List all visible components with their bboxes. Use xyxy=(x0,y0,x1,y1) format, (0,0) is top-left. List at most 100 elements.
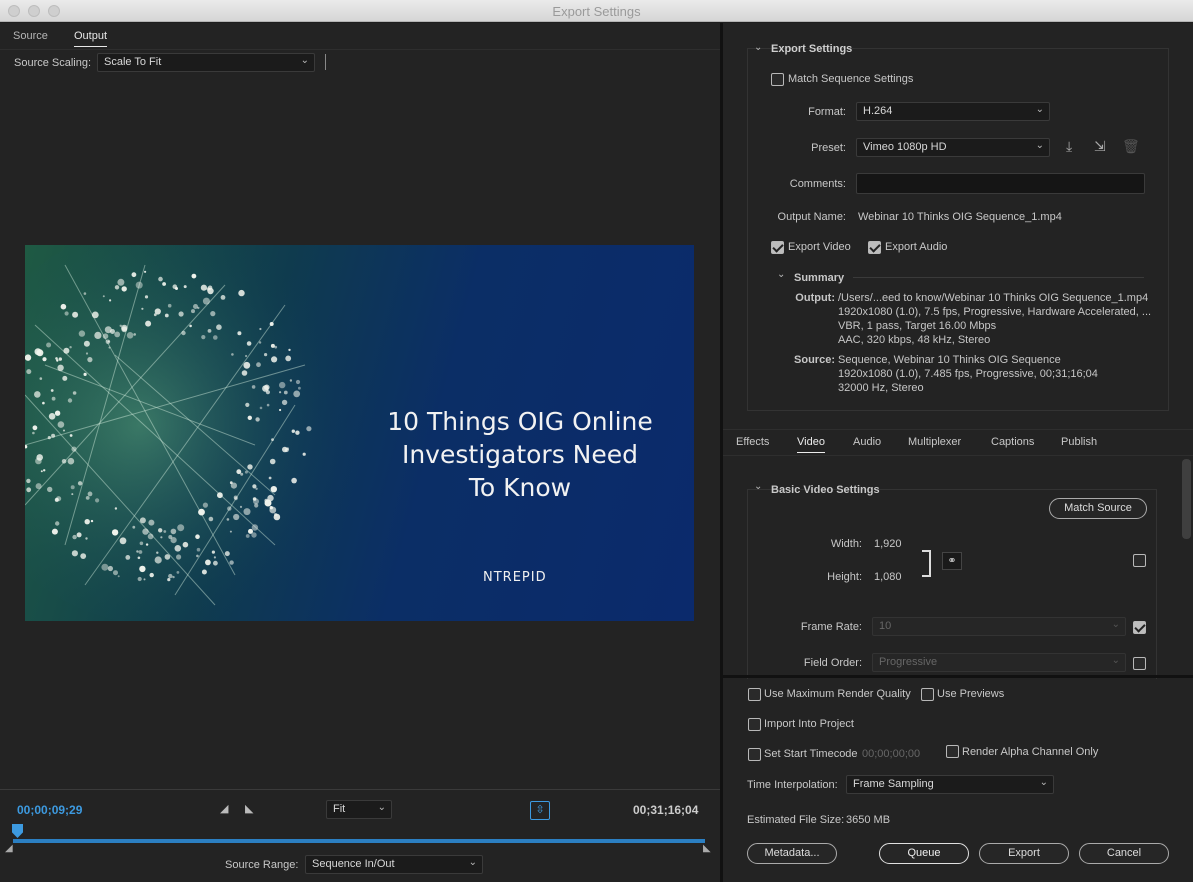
width-height-checkbox[interactable] xyxy=(1133,554,1146,567)
tab-audio[interactable]: Audio xyxy=(853,436,881,448)
preview-title-line: 10 Things OIG Online xyxy=(387,407,653,436)
chevron-down-icon[interactable]: ⌄ xyxy=(754,481,762,492)
chevron-down-icon: ⌄ xyxy=(1111,619,1120,630)
render-alpha-checkbox[interactable] xyxy=(946,745,959,758)
export-video-checkbox[interactable] xyxy=(771,241,784,254)
scrollbar-thumb[interactable] xyxy=(1182,459,1191,539)
playhead-handle[interactable] xyxy=(12,824,23,838)
link-bracket xyxy=(922,550,931,577)
comments-input[interactable] xyxy=(856,173,1145,194)
max-render-checkbox[interactable] xyxy=(748,688,761,701)
tab-publish[interactable]: Publish xyxy=(1061,436,1097,448)
height-label: Height: xyxy=(827,571,862,583)
output-name-link[interactable]: Webinar 10 Thinks OIG Sequence_1.mp4 xyxy=(858,211,1062,223)
tab-output[interactable]: Output xyxy=(74,30,108,47)
chevron-down-icon: ⌄ xyxy=(1035,104,1044,115)
save-preset-icon[interactable]: ⤓ xyxy=(1066,138,1072,155)
chevron-down-icon[interactable]: ⌄ xyxy=(777,269,785,280)
height-value[interactable]: 1,080 xyxy=(874,571,902,583)
match-sequence-checkbox[interactable] xyxy=(771,73,784,86)
chevron-down-icon: ⌄ xyxy=(377,802,386,813)
summary-line: Sequence, Webinar 10 Thinks OIG Sequence xyxy=(838,354,1061,366)
preset-value: Vimeo 1080p HD xyxy=(863,141,947,153)
preview-panel: Source Output Source Scaling: Scale To F… xyxy=(0,23,720,882)
preset-label: Preset: xyxy=(811,142,846,154)
start-timecode-label: Set Start Timecode xyxy=(764,748,858,760)
current-timecode[interactable]: 00;00;09;29 xyxy=(17,803,82,817)
tab-captions[interactable]: Captions xyxy=(991,436,1034,448)
video-preview: 10 Things OIG Online Investigators Need … xyxy=(25,245,694,621)
width-value[interactable]: 1,920 xyxy=(874,538,902,550)
frame-rate-select[interactable]: 10 ⌄ xyxy=(872,617,1126,636)
start-timecode-value[interactable]: 00;00;00;00 xyxy=(862,748,920,760)
file-size-label: Estimated File Size: xyxy=(747,814,845,826)
frame-rate-label: Frame Rate: xyxy=(800,621,862,633)
time-interpolation-label: Time Interpolation: xyxy=(747,779,838,791)
tab-source[interactable]: Source xyxy=(13,30,48,42)
ntrepid-logo: NTREPID xyxy=(483,570,547,585)
source-range-label: Source Range: xyxy=(225,859,299,871)
preview-title-line: Investigators Need xyxy=(401,440,639,469)
zoom-select[interactable]: Fit ⌄ xyxy=(326,800,392,819)
timeline-range-bar[interactable] xyxy=(13,839,705,843)
chevron-down-icon[interactable]: ⌄ xyxy=(754,42,762,53)
field-order-checkbox[interactable] xyxy=(1133,657,1146,670)
field-order-label: Field Order: xyxy=(803,657,862,669)
import-preset-icon[interactable]: ⇲ xyxy=(1094,138,1106,155)
source-range-select[interactable]: Sequence In/Out ⌄ xyxy=(305,855,483,874)
width-label: Width: xyxy=(830,538,862,550)
import-project-label: Import Into Project xyxy=(764,718,854,730)
queue-button[interactable]: Queue xyxy=(879,843,969,864)
format-select[interactable]: H.264 ⌄ xyxy=(856,102,1050,121)
zoom-value: Fit xyxy=(333,803,346,815)
divider xyxy=(325,54,326,70)
source-scaling-select[interactable]: Scale To Fit ⌄ xyxy=(97,53,315,72)
export-button[interactable]: Export xyxy=(979,843,1069,864)
divider xyxy=(853,277,1144,278)
summary-source: Sequence, Webinar 10 Thinks OIG Sequence… xyxy=(838,353,1178,395)
source-range-value: Sequence In/Out xyxy=(312,858,395,870)
frame-rate-value: 10 xyxy=(879,620,892,632)
tab-effects[interactable]: Effects xyxy=(736,436,769,448)
time-interpolation-select[interactable]: Frame Sampling ⌄ xyxy=(846,775,1054,794)
use-previews-label: Use Previews xyxy=(937,688,1005,700)
render-alpha-label: Render Alpha Channel Only xyxy=(962,746,1099,758)
summary-line: 1920x1080 (1.0), 7.485 fps, Progressive,… xyxy=(838,368,1098,380)
cancel-button[interactable]: Cancel xyxy=(1079,843,1169,864)
tab-multiplexer[interactable]: Multiplexer xyxy=(908,436,961,448)
field-order-select[interactable]: Progressive ⌄ xyxy=(872,653,1126,672)
format-label: Format: xyxy=(808,106,846,118)
basic-video-header: Basic Video Settings xyxy=(771,484,880,496)
time-interpolation-value: Frame Sampling xyxy=(853,778,934,790)
import-project-checkbox[interactable] xyxy=(748,718,761,731)
chevron-down-icon: ⌄ xyxy=(1111,655,1120,666)
mark-in-icon[interactable]: ◢ xyxy=(220,802,228,815)
match-source-button[interactable]: Match Source xyxy=(1049,498,1147,519)
summary-source-label: Source: xyxy=(794,354,835,366)
tab-video[interactable]: Video xyxy=(797,436,825,453)
panel-splitter[interactable] xyxy=(720,23,723,882)
export-video-label: Export Video xyxy=(788,241,851,253)
window-title: Export Settings xyxy=(552,4,641,19)
in-point-icon[interactable]: ◢ xyxy=(5,843,13,854)
chevron-down-icon: ⌄ xyxy=(1039,777,1048,788)
preset-select[interactable]: Vimeo 1080p HD ⌄ xyxy=(856,138,1050,157)
summary-line: AAC, 320 kbps, 48 kHz, Stereo xyxy=(838,334,991,346)
source-scaling-label: Source Scaling: xyxy=(14,57,92,69)
chain-link-icon[interactable]: ⚭ xyxy=(942,552,962,570)
metadata-button[interactable]: Metadata... xyxy=(747,843,837,864)
start-timecode-checkbox[interactable] xyxy=(748,748,761,761)
frame-rate-checkbox[interactable] xyxy=(1133,621,1146,634)
field-order-value: Progressive xyxy=(879,656,938,668)
export-audio-checkbox[interactable] xyxy=(868,241,881,254)
summary-line: 1920x1080 (1.0), 7.5 fps, Progressive, H… xyxy=(838,306,1152,318)
out-point-icon[interactable]: ◣ xyxy=(703,843,711,854)
summary-line: /Users/...eed to know/Webinar 10 Thinks … xyxy=(838,292,1149,304)
mark-out-icon[interactable]: ◣ xyxy=(245,802,253,815)
use-previews-checkbox[interactable] xyxy=(921,688,934,701)
summary-line: VBR, 1 pass, Target 16.00 Mbps xyxy=(838,320,997,332)
aspect-ratio-icon[interactable]: ⇳ xyxy=(530,801,550,820)
summary-output-label: Output: xyxy=(795,292,835,304)
summary-line: 32000 Hz, Stereo xyxy=(838,382,924,394)
delete-preset-icon[interactable]: 🗑 xyxy=(1122,138,1140,155)
